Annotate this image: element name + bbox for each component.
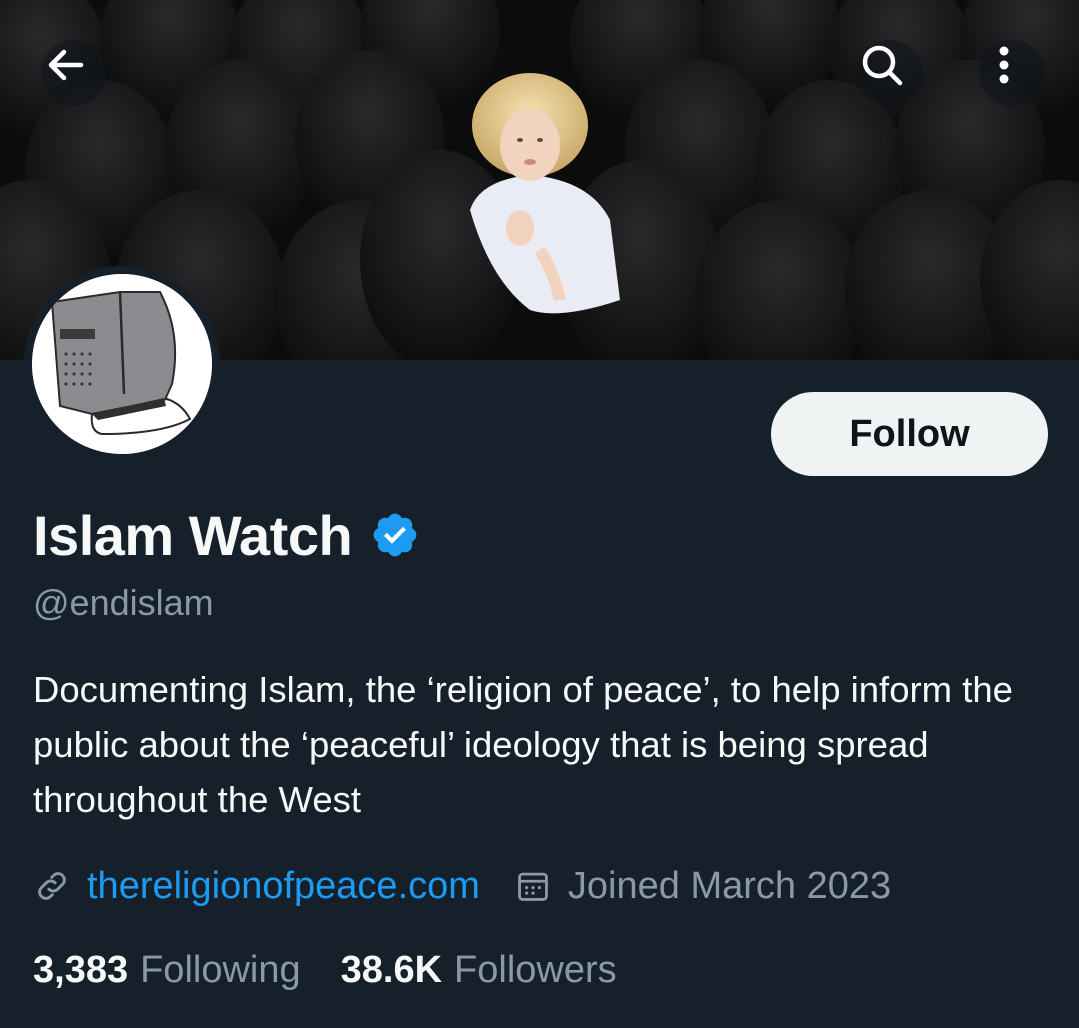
profile-stats-row: 3,383 Following 38.6K Followers [33,942,617,998]
avatar-image [32,274,212,454]
joined-date: Joined March 2023 [567,864,892,907]
back-button[interactable] [41,40,107,106]
joined-item: Joined March 2023 [514,865,891,908]
more-vertical-icon [999,46,1009,84]
arrow-left-icon [48,49,84,81]
followers-label: Followers [454,948,617,991]
following-count: 3,383 [33,948,129,991]
search-icon [862,45,903,86]
avatar[interactable] [24,266,220,462]
website-link[interactable]: thereligionofpeace.com [87,865,480,908]
profile-handle: @endislam [33,582,214,623]
followers-count: 38.6K [340,948,443,991]
display-name: Islam Watch [33,503,353,567]
profile-meta-row: thereligionofpeace.com Joined March 2023 [33,858,891,914]
follow-button[interactable]: Follow [771,392,1048,476]
calendar-icon [518,872,548,901]
link-icon [38,872,66,900]
website-item[interactable]: thereligionofpeace.com [33,865,480,908]
following-stat[interactable]: 3,383 Following [33,949,301,992]
verified-badge-icon[interactable] [370,510,420,560]
following-label: Following [140,948,301,991]
more-options-button[interactable] [979,40,1045,106]
profile-bio: Documenting Islam, the ‘religion of peac… [33,669,1013,820]
followers-stat[interactable]: 38.6K Followers [341,949,617,992]
profile-name-row: Islam Watch [33,500,420,570]
search-button[interactable] [857,40,923,106]
